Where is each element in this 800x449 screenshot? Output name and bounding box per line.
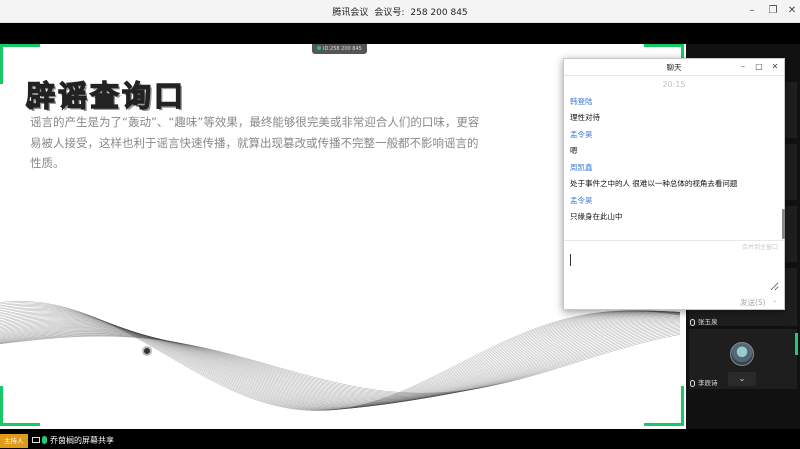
wave-line bbox=[0, 332, 681, 395]
host-badge: 主持人 bbox=[0, 434, 28, 448]
message-text: 只缘身在此山中 bbox=[570, 212, 623, 221]
wave-line bbox=[0, 327, 681, 398]
mic-icon bbox=[690, 379, 695, 387]
wave-line bbox=[0, 312, 681, 408]
share-frame-corner bbox=[644, 386, 684, 426]
chevron-down-icon[interactable]: ⌄ bbox=[728, 372, 756, 386]
strip-scrollbar[interactable] bbox=[795, 333, 798, 355]
message-sender: 孟令昊 bbox=[570, 130, 593, 139]
share-frame-corner bbox=[0, 386, 40, 426]
merge-to-main-link[interactable]: 合并到主窗口 bbox=[742, 242, 778, 251]
send-button[interactable]: 发送(S) bbox=[740, 297, 766, 308]
participant-name: 李辰诗 bbox=[690, 377, 718, 387]
wave-line bbox=[0, 313, 681, 406]
chat-divider bbox=[564, 240, 784, 241]
meeting-id[interactable]: 258 200 845 bbox=[410, 8, 467, 18]
slide-title: 辟谣查询口 bbox=[25, 78, 187, 113]
wave-line bbox=[0, 315, 681, 404]
sharer-label: 乔茵榈的屏幕共享 bbox=[50, 436, 114, 445]
app-name: 腾讯会议 bbox=[332, 8, 369, 18]
wave-line bbox=[0, 316, 681, 404]
title-bar: 腾讯会议 会议号: 258 200 845 – ❐ ✕ bbox=[0, 0, 800, 23]
minimize-icon[interactable]: – bbox=[738, 61, 748, 73]
message-sender: 孟令昊 bbox=[570, 196, 593, 205]
screen-share-icon bbox=[32, 437, 40, 443]
wave-line bbox=[0, 317, 681, 404]
status-bar bbox=[0, 433, 800, 449]
message-sender: 韩登陆 bbox=[570, 97, 593, 106]
participant-name: 张玉泉 bbox=[690, 316, 718, 326]
wave-line bbox=[0, 302, 681, 411]
meeting-label: 会议号: bbox=[374, 8, 405, 18]
participant-name-text: 李辰诗 bbox=[698, 379, 718, 387]
slide-body-text: 谣言的产生是为了“轰动”、“趣味”等效果，最终能够很完美或非常迎合人们的口味，更… bbox=[30, 115, 480, 170]
restore-icon[interactable]: ❐ bbox=[766, 4, 780, 18]
sharing-indicator-text: ID:258 200 845 bbox=[323, 46, 362, 52]
sharing-dot-icon bbox=[317, 46, 321, 50]
chat-title: 聊天 bbox=[666, 63, 682, 72]
mic-icon bbox=[690, 318, 695, 326]
chat-header: 聊天 – □ ✕ bbox=[564, 59, 784, 76]
wave-line bbox=[0, 310, 681, 409]
participant-name-text: 张玉泉 bbox=[698, 318, 718, 326]
chat-input[interactable] bbox=[569, 251, 779, 291]
minimize-icon[interactable]: – bbox=[745, 4, 759, 18]
wave-line bbox=[0, 331, 681, 396]
mouse-pointer-icon bbox=[142, 346, 152, 356]
avatar bbox=[730, 342, 754, 366]
wave-line bbox=[0, 307, 681, 410]
wave-line bbox=[0, 309, 681, 410]
text-caret bbox=[570, 254, 571, 266]
sharing-indicator[interactable]: ID:258 200 845 bbox=[312, 44, 367, 54]
close-icon[interactable]: ✕ bbox=[785, 4, 799, 18]
close-icon[interactable]: ✕ bbox=[770, 61, 780, 73]
chat-scrollbar[interactable] bbox=[782, 209, 785, 239]
window-title: 腾讯会议 会议号: 258 200 845 bbox=[0, 5, 800, 18]
maximize-icon[interactable]: □ bbox=[754, 61, 764, 73]
mic-icon bbox=[42, 436, 47, 444]
chevron-down-icon[interactable]: ⌄ bbox=[772, 297, 777, 304]
share-frame-corner bbox=[0, 44, 40, 84]
chat-timestamp: 20:15 bbox=[662, 80, 686, 89]
message-text: 处于事件之中的人 很难以一种总体的视角去看问题 bbox=[570, 179, 738, 188]
message-text: 理性对待 bbox=[570, 113, 600, 122]
wave-line bbox=[0, 330, 681, 396]
message-text: 嗯 bbox=[570, 146, 578, 155]
wave-line bbox=[0, 303, 681, 411]
meeting-app: 腾讯会议 会议号: 258 200 845 – ❐ ✕ 辟谣查询口 谣言的产生是为了… bbox=[0, 0, 800, 449]
chat-window: 聊天 – □ ✕ 20:15 韩登陆 理性对待 孟令昊 嗯 周凯鑫 处于事件之中… bbox=[563, 58, 785, 310]
message-sender: 周凯鑫 bbox=[570, 163, 593, 172]
